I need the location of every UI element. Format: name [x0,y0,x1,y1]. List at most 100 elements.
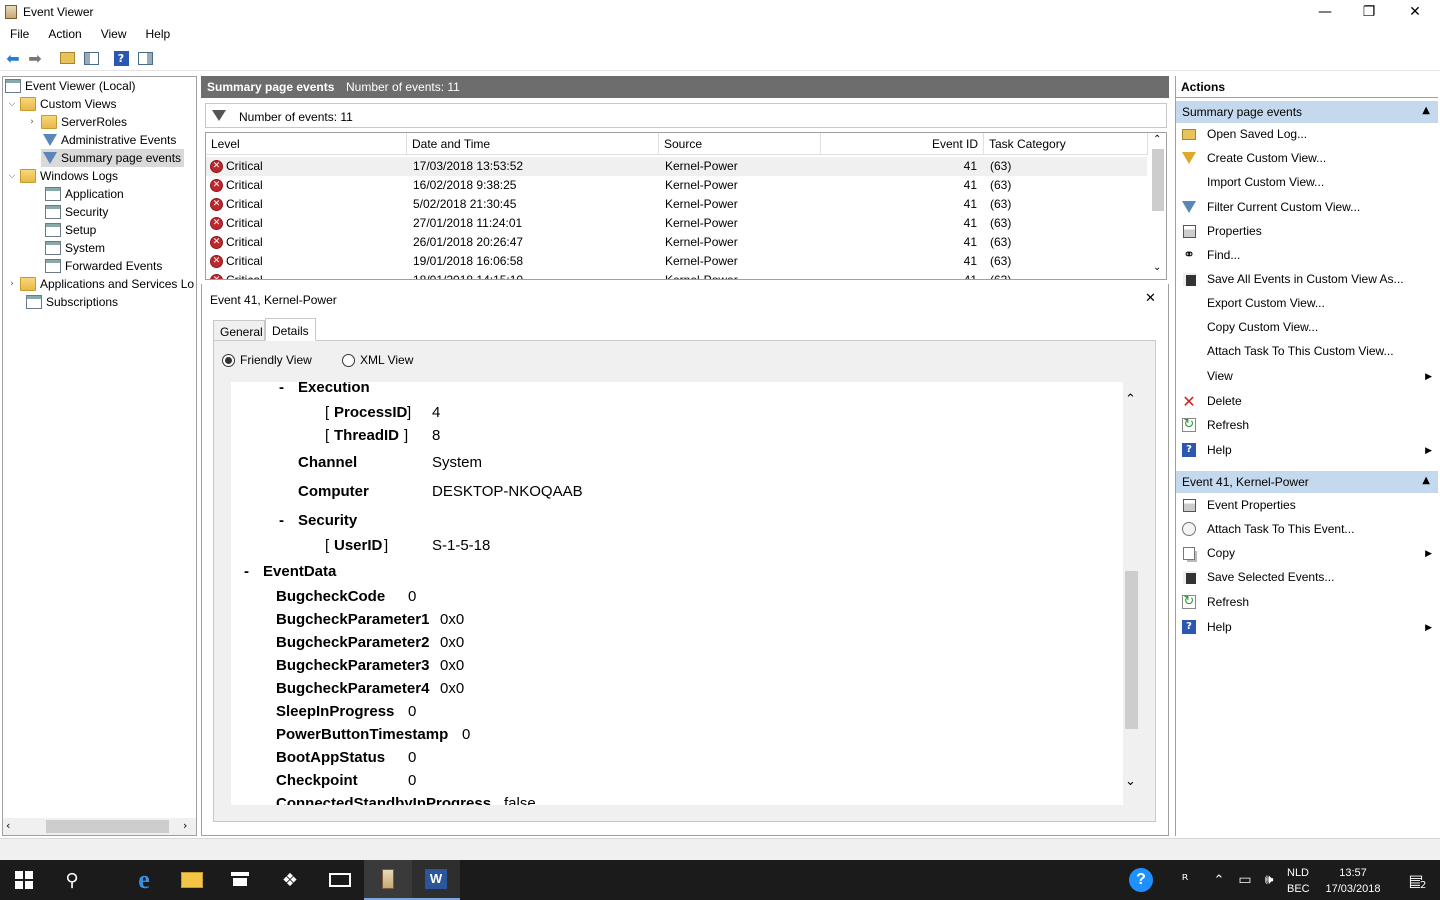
word-icon[interactable]: W [412,860,460,900]
menu-file[interactable]: File [0,24,38,44]
menu-view[interactable]: View [91,24,136,44]
security-collapse-toggle[interactable]: - [279,512,284,529]
table-row[interactable]: ✕ Critical 17/03/2018 13:53:52 Kernel-Power… [206,157,1147,176]
detail-vertical-scrollbar[interactable]: ⌃ ⌄ [1123,382,1140,805]
people-icon[interactable]: ᴿ [1161,860,1209,900]
file-explorer-icon[interactable] [168,860,216,900]
grid-vertical-scrollbar[interactable]: ⌃ ⌄ [1150,134,1166,279]
action-help[interactable]: ? Help ▶ [1176,616,1438,638]
expanded-chevron-icon[interactable]: ⌵ [7,171,17,181]
detail-close-button[interactable]: ✕ [1145,291,1156,306]
tree-administrative-events[interactable]: Administrative Events [41,131,176,149]
column-header-date-time[interactable]: Date and Time [407,133,659,155]
scroll-up-icon[interactable]: ⌃ [1153,134,1161,145]
grid-scroll-thumb[interactable] [1152,149,1164,211]
tab-general[interactable]: General [213,320,265,341]
action-delete[interactable]: ✕ Delete [1176,390,1438,412]
table-row[interactable]: ✕ Critical 19/01/2018 16:06:58 Kernel-Power… [206,252,1147,271]
tree-setup[interactable]: Setup [45,221,96,239]
action-attach-task-to-this-event[interactable]: Attach Task To This Event... [1176,518,1438,540]
action-view[interactable]: View ▶ [1176,365,1438,387]
tree-system[interactable]: System [45,239,105,257]
folder-up-icon[interactable] [58,49,76,67]
show-hidden-icons-chevron[interactable]: ⌃ [1205,860,1233,900]
tree-windows-logs[interactable]: ⌵ Windows Logs [7,167,118,185]
minimize-button[interactable]: — [1302,0,1348,24]
action-properties[interactable]: Properties [1176,220,1438,242]
action-refresh[interactable]: ↻ Refresh [1176,591,1438,613]
collapsed-chevron-icon[interactable]: › [27,117,37,127]
menu-help[interactable]: Help [136,24,180,44]
scroll-down-icon[interactable]: ⌄ [1125,774,1136,789]
table-row[interactable]: ✕ Critical 16/02/2018 9:38:25 Kernel-Power 4… [206,176,1147,195]
column-header-level[interactable]: Level [206,133,407,155]
search-icon[interactable]: ⚲ [48,860,96,900]
column-header-event-id[interactable]: Event ID [821,133,984,155]
scroll-down-icon[interactable]: ⌄ [1153,262,1161,273]
forward-arrow-icon[interactable]: ➡ [26,49,44,68]
help-circle-icon[interactable]: ? [1117,860,1165,900]
action-save-selected-events[interactable]: Save Selected Events... [1176,566,1438,588]
action-import-custom-view[interactable]: Import Custom View... [1176,171,1438,193]
action-open-saved-log[interactable]: Open Saved Log... [1176,123,1438,145]
show-hide-tree-icon[interactable] [82,49,100,67]
action-attach-task-to-this-custom-view[interactable]: Attach Task To This Custom View... [1176,340,1438,362]
execution-collapse-toggle[interactable]: - [279,382,284,396]
action-refresh[interactable]: ↻ Refresh [1176,414,1438,436]
close-button[interactable]: ✕ [1392,0,1438,24]
column-header-task-category[interactable]: Task Category [984,133,1148,155]
network-icon[interactable]: ▭ [1232,860,1258,900]
clock[interactable]: 13:57 17/03/2018 [1318,865,1388,897]
mail-icon[interactable] [316,860,364,900]
back-arrow-icon[interactable]: ⬅ [4,49,22,68]
column-header-source[interactable]: Source [659,133,821,155]
tree-custom-views[interactable]: ⌵ Custom Views [7,95,116,113]
store-icon[interactable] [216,860,264,900]
action-create-custom-view[interactable]: Create Custom View... [1176,147,1438,169]
scroll-up-icon[interactable]: ⌃ [1125,392,1136,407]
actions-section-summary[interactable]: Summary page events ▲ [1176,101,1438,123]
table-row[interactable]: ✕ Critical 5/02/2018 21:30:45 Kernel-Power 4… [206,195,1147,214]
action-copy-custom-view[interactable]: Copy Custom View... [1176,316,1438,338]
volume-icon[interactable]: 🕪 [1256,860,1282,900]
collapsed-chevron-icon[interactable]: › [7,279,17,289]
expanded-chevron-icon[interactable]: ⌵ [7,99,17,109]
xml-view-radio[interactable]: XML View [342,353,413,368]
tree-application[interactable]: Application [45,185,124,203]
tree-server-roles[interactable]: › ServerRoles [27,113,127,131]
action-center-icon[interactable]: ▤ 2 [1392,860,1440,900]
action-copy[interactable]: Copy ▶ [1176,542,1438,564]
scroll-right-icon[interactable]: › [183,819,187,832]
action-filter-current-custom-view[interactable]: Filter Current Custom View... [1176,196,1438,218]
edge-browser-icon[interactable]: e [120,860,168,900]
table-row[interactable]: ✕Critical 18/01/2018 14:15:10 Kernel-Power… [206,271,1147,279]
detail-scroll-thumb[interactable] [1125,571,1138,729]
help-icon[interactable]: ? [112,49,130,67]
table-row[interactable]: ✕ Critical 26/01/2018 20:26:47 Kernel-Power… [206,233,1147,252]
action-export-custom-view[interactable]: Export Custom View... [1176,292,1438,314]
tree-horizontal-scrollbar[interactable]: ‹ › [3,818,196,835]
scroll-left-icon[interactable]: ‹ [6,819,10,832]
dropbox-icon[interactable]: ❖ [266,860,314,900]
tree-applications-and-services[interactable]: › Applications and Services Lo [7,275,194,293]
tree-subscriptions[interactable]: Subscriptions [26,293,118,311]
event-data-collapse-toggle[interactable]: - [244,563,249,580]
action-event-properties[interactable]: Event Properties [1176,494,1438,516]
action-find[interactable]: ⚭ Find... [1176,244,1438,266]
collapse-triangle-icon[interactable]: ▲ [1422,105,1430,116]
tab-details[interactable]: Details [265,318,316,341]
action-help[interactable]: ? Help ▶ [1176,439,1438,461]
menu-action[interactable]: Action [38,24,90,44]
tree-event-viewer-local[interactable]: Event Viewer (Local) [5,77,136,95]
maximize-button[interactable]: ❐ [1346,0,1392,24]
tree-forwarded-events[interactable]: Forwarded Events [45,257,162,275]
action-save-all-events-in-custom-view-as[interactable]: Save All Events in Custom View As... [1176,268,1438,290]
input-language[interactable]: NLD BEC [1287,865,1310,897]
show-hide-action-pane-icon[interactable] [136,49,154,67]
tree-summary-page-events[interactable]: Summary page events [41,149,185,167]
actions-section-event[interactable]: Event 41, Kernel-Power ▲ [1176,471,1438,493]
event-viewer-taskbar-icon[interactable] [364,860,412,900]
table-row[interactable]: ✕ Critical 27/01/2018 11:24:01 Kernel-Power… [206,214,1147,233]
friendly-view-radio[interactable]: Friendly View [222,353,312,368]
tree-scroll-thumb[interactable] [46,820,169,833]
